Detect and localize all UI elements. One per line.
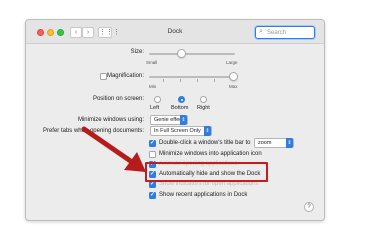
red-arrow-icon [81,126,146,172]
